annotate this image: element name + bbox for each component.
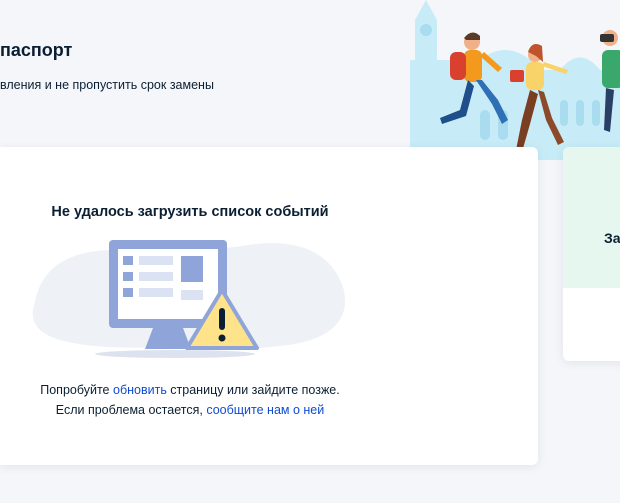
reload-link[interactable]: обновить — [113, 383, 167, 397]
side-card-title: За — [604, 230, 620, 246]
events-error-card: Не удалось загрузить список событий Попр… — [0, 147, 538, 465]
error-title: Не удалось загрузить список событий — [51, 204, 329, 220]
error-illustration — [32, 240, 346, 358]
travelers-illustration — [410, 0, 620, 160]
hero-subtitle: вления и не пропустить срок замены — [0, 78, 214, 92]
error-message-line-2: Если проблема остается, сообщите нам о н… — [0, 400, 380, 420]
error-line2-prefix: Если проблема остается, — [55, 403, 207, 417]
side-card-header: За — [563, 147, 620, 288]
report-problem-link[interactable]: сообщите нам о ней — [206, 403, 324, 417]
error-message-line-1: Попробуйте обновить страницу или зайдите… — [0, 380, 380, 400]
error-line1-prefix: Попробуйте — [40, 383, 113, 397]
error-message: Попробуйте обновить страницу или зайдите… — [0, 380, 380, 420]
error-line1-suffix: страницу или зайдите позже. — [166, 383, 340, 397]
side-card[interactable]: За — [563, 147, 620, 361]
hero-title: паспорт — [0, 40, 73, 60]
